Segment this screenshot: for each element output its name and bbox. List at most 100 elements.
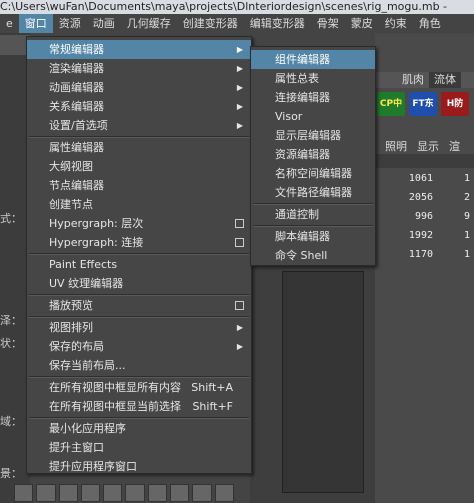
menu-item-label: 大纲视图 <box>49 160 93 173</box>
shelf-button-h[interactable]: H防 <box>441 92 469 116</box>
menu-item-shortcut: Shift+A <box>191 381 233 394</box>
menu-item-visor[interactable]: Visor <box>251 107 375 126</box>
menu-item-label: 在所有视图中框显当前选择 <box>49 400 181 413</box>
menu-item-outliner[interactable]: 大纲视图 <box>27 157 251 176</box>
menu-item-label: 保存当前布局... <box>49 359 126 372</box>
shelf-button-ft[interactable]: FT东 <box>409 92 437 116</box>
menu-character[interactable]: 角色 <box>413 14 447 33</box>
shelf-tab-fluids[interactable]: 流体 <box>429 72 461 88</box>
menu-item-hypergraph-connections[interactable]: Hypergraph: 连接 <box>27 233 251 252</box>
tool-icon[interactable] <box>14 484 34 502</box>
menu-item-relationship-editors[interactable]: 关系编辑器 ▶ <box>27 97 251 116</box>
tool-icon[interactable] <box>36 484 56 502</box>
menu-item-raise-main-window[interactable]: 提升主窗口 <box>27 438 251 457</box>
menu-animation[interactable]: 动画 <box>87 14 121 33</box>
menu-item-label: 播放预览 <box>49 299 93 312</box>
menu-item-label: 节点编辑器 <box>49 179 104 192</box>
value-row: 1170 1 <box>375 249 474 260</box>
value-cell: 996 <box>414 211 433 222</box>
menu-item-rendering-editors[interactable]: 渲染编辑器 ▶ <box>27 59 251 78</box>
menu-item-label: Hypergraph: 层次 <box>49 217 144 230</box>
menu-item-label: 连接编辑器 <box>275 91 330 104</box>
left-label: 域： <box>0 415 22 428</box>
menu-item-label: 提升应用程序窗口 <box>49 460 137 473</box>
menu-item-playblast[interactable]: 播放预览 <box>27 296 251 315</box>
viewport-area <box>250 265 375 503</box>
submenu-arrow-icon: ▶ <box>236 102 243 111</box>
menu-item-general-editors[interactable]: 常规编辑器 ▶ <box>27 40 251 59</box>
menu-item-label: 渲染编辑器 <box>49 62 104 75</box>
menu-item-view-arrangement[interactable]: 视图排列 ▶ <box>27 318 251 337</box>
menu-item-frame-selection-all-views[interactable]: 在所有视图中框显当前选择 Shift+F <box>27 397 251 416</box>
menu-item-uv-texture-editor[interactable]: UV 纹理编辑器 <box>27 274 251 293</box>
menu-item-label: 通道控制 <box>275 208 319 221</box>
menu-item-namespace-editor[interactable]: 名称空间编辑器 <box>251 164 375 183</box>
menu-item-channel-control[interactable]: 通道控制 <box>251 205 375 224</box>
option-box-icon[interactable] <box>235 301 244 310</box>
menu-skin[interactable]: 蒙皮 <box>345 14 379 33</box>
title-path: C:\Users\wuFan\Documents\maya\projects\D… <box>0 0 448 13</box>
tool-icon[interactable] <box>58 484 78 502</box>
menu-create-deformers[interactable]: 创建变形器 <box>177 14 244 33</box>
menu-item-file-path-editor[interactable]: 文件路径编辑器 <box>251 183 375 202</box>
tool-icon[interactable] <box>192 484 212 502</box>
menu-item-saved-layouts[interactable]: 保存的布局 ▶ <box>27 337 251 356</box>
menu-item-save-current-layout[interactable]: 保存当前布局... <box>27 356 251 375</box>
menu-item-label: 动画编辑器 <box>49 81 104 94</box>
menu-edit[interactable]: e <box>0 14 19 33</box>
left-label: 式： <box>0 212 22 225</box>
menu-item-paint-effects[interactable]: Paint Effects <box>27 255 251 274</box>
menu-window[interactable]: 窗口 <box>18 14 53 33</box>
menu-assets[interactable]: 资源 <box>53 14 87 33</box>
menu-item-connection-editor[interactable]: 连接编辑器 <box>251 88 375 107</box>
submenu-arrow-icon: ▶ <box>236 64 243 73</box>
menu-item-label: 显示层编辑器 <box>275 129 341 142</box>
menu-edit-deformers[interactable]: 编辑变形器 <box>244 14 311 33</box>
submenu-arrow-icon: ▶ <box>236 83 243 92</box>
menu-item-component-editor[interactable]: 组件编辑器 <box>251 50 375 69</box>
menu-item-hypergraph-hierarchy[interactable]: Hypergraph: 层次 <box>27 214 251 233</box>
menu-item-create-node[interactable]: 创建节点 <box>27 195 251 214</box>
tool-icon[interactable] <box>103 484 123 502</box>
shelf-button-cp[interactable]: CP中 <box>377 92 405 116</box>
menu-item-display-layer-editor[interactable]: 显示层编辑器 <box>251 126 375 145</box>
menu-item-raise-application-windows[interactable]: 提升应用程序窗口 <box>27 457 251 476</box>
menu-item-asset-editor[interactable]: 资源编辑器 <box>251 145 375 164</box>
menu-item-command-shell[interactable]: 命令 Shell <box>251 246 375 265</box>
tool-icon[interactable] <box>170 484 190 502</box>
menu-item-settings-preferences[interactable]: 设置/首选项 ▶ <box>27 116 251 135</box>
value-cell: 2 <box>464 192 471 203</box>
tool-icons-row <box>14 484 234 502</box>
menu-item-label: 脚本编辑器 <box>275 230 330 243</box>
menu-geometry-cache[interactable]: 几何缓存 <box>121 14 177 33</box>
menu-item-label: Paint Effects <box>49 258 118 271</box>
left-label: 泽： <box>0 314 22 327</box>
menu-skeleton[interactable]: 骨架 <box>311 14 345 33</box>
menu-item-label: 组件编辑器 <box>275 53 330 66</box>
option-box-icon[interactable] <box>235 238 244 247</box>
menu-constrain[interactable]: 约束 <box>379 14 413 33</box>
menu-item-node-editor[interactable]: 节点编辑器 <box>27 176 251 195</box>
value-row: 996 9 <box>375 211 474 222</box>
menu-item-shortcut: Shift+F <box>192 400 233 413</box>
tool-icon[interactable] <box>125 484 145 502</box>
tool-icon[interactable] <box>214 484 234 502</box>
menu-item-label: 常规编辑器 <box>49 43 104 56</box>
menu-item-label: 属性编辑器 <box>49 141 104 154</box>
menu-item-script-editor[interactable]: 脚本编辑器 <box>251 227 375 246</box>
value-row: 1992 1 <box>375 230 474 241</box>
menu-item-animation-editors[interactable]: 动画编辑器 ▶ <box>27 78 251 97</box>
tool-icon[interactable] <box>80 484 101 502</box>
header-lighting: 照明 <box>385 140 407 153</box>
shelf-tab-muscle[interactable]: 肌肉 <box>397 72 429 88</box>
menu-item-attribute-spreadsheet[interactable]: 属性总表 <box>251 69 375 88</box>
submenu-arrow-icon: ▶ <box>236 342 243 351</box>
menu-item-minimize-application[interactable]: 最小化应用程序 <box>27 419 251 438</box>
menu-item-attribute-editor[interactable]: 属性编辑器 <box>27 138 251 157</box>
menu-item-frame-all-views[interactable]: 在所有视图中框显所有内容 Shift+A <box>27 378 251 397</box>
tool-icon[interactable] <box>147 484 168 502</box>
menu-item-label: 保存的布局 <box>49 340 104 353</box>
option-box-icon[interactable] <box>235 219 244 228</box>
value-row: 1061 1 <box>375 173 474 184</box>
submenu-arrow-icon: ▶ <box>236 121 243 130</box>
